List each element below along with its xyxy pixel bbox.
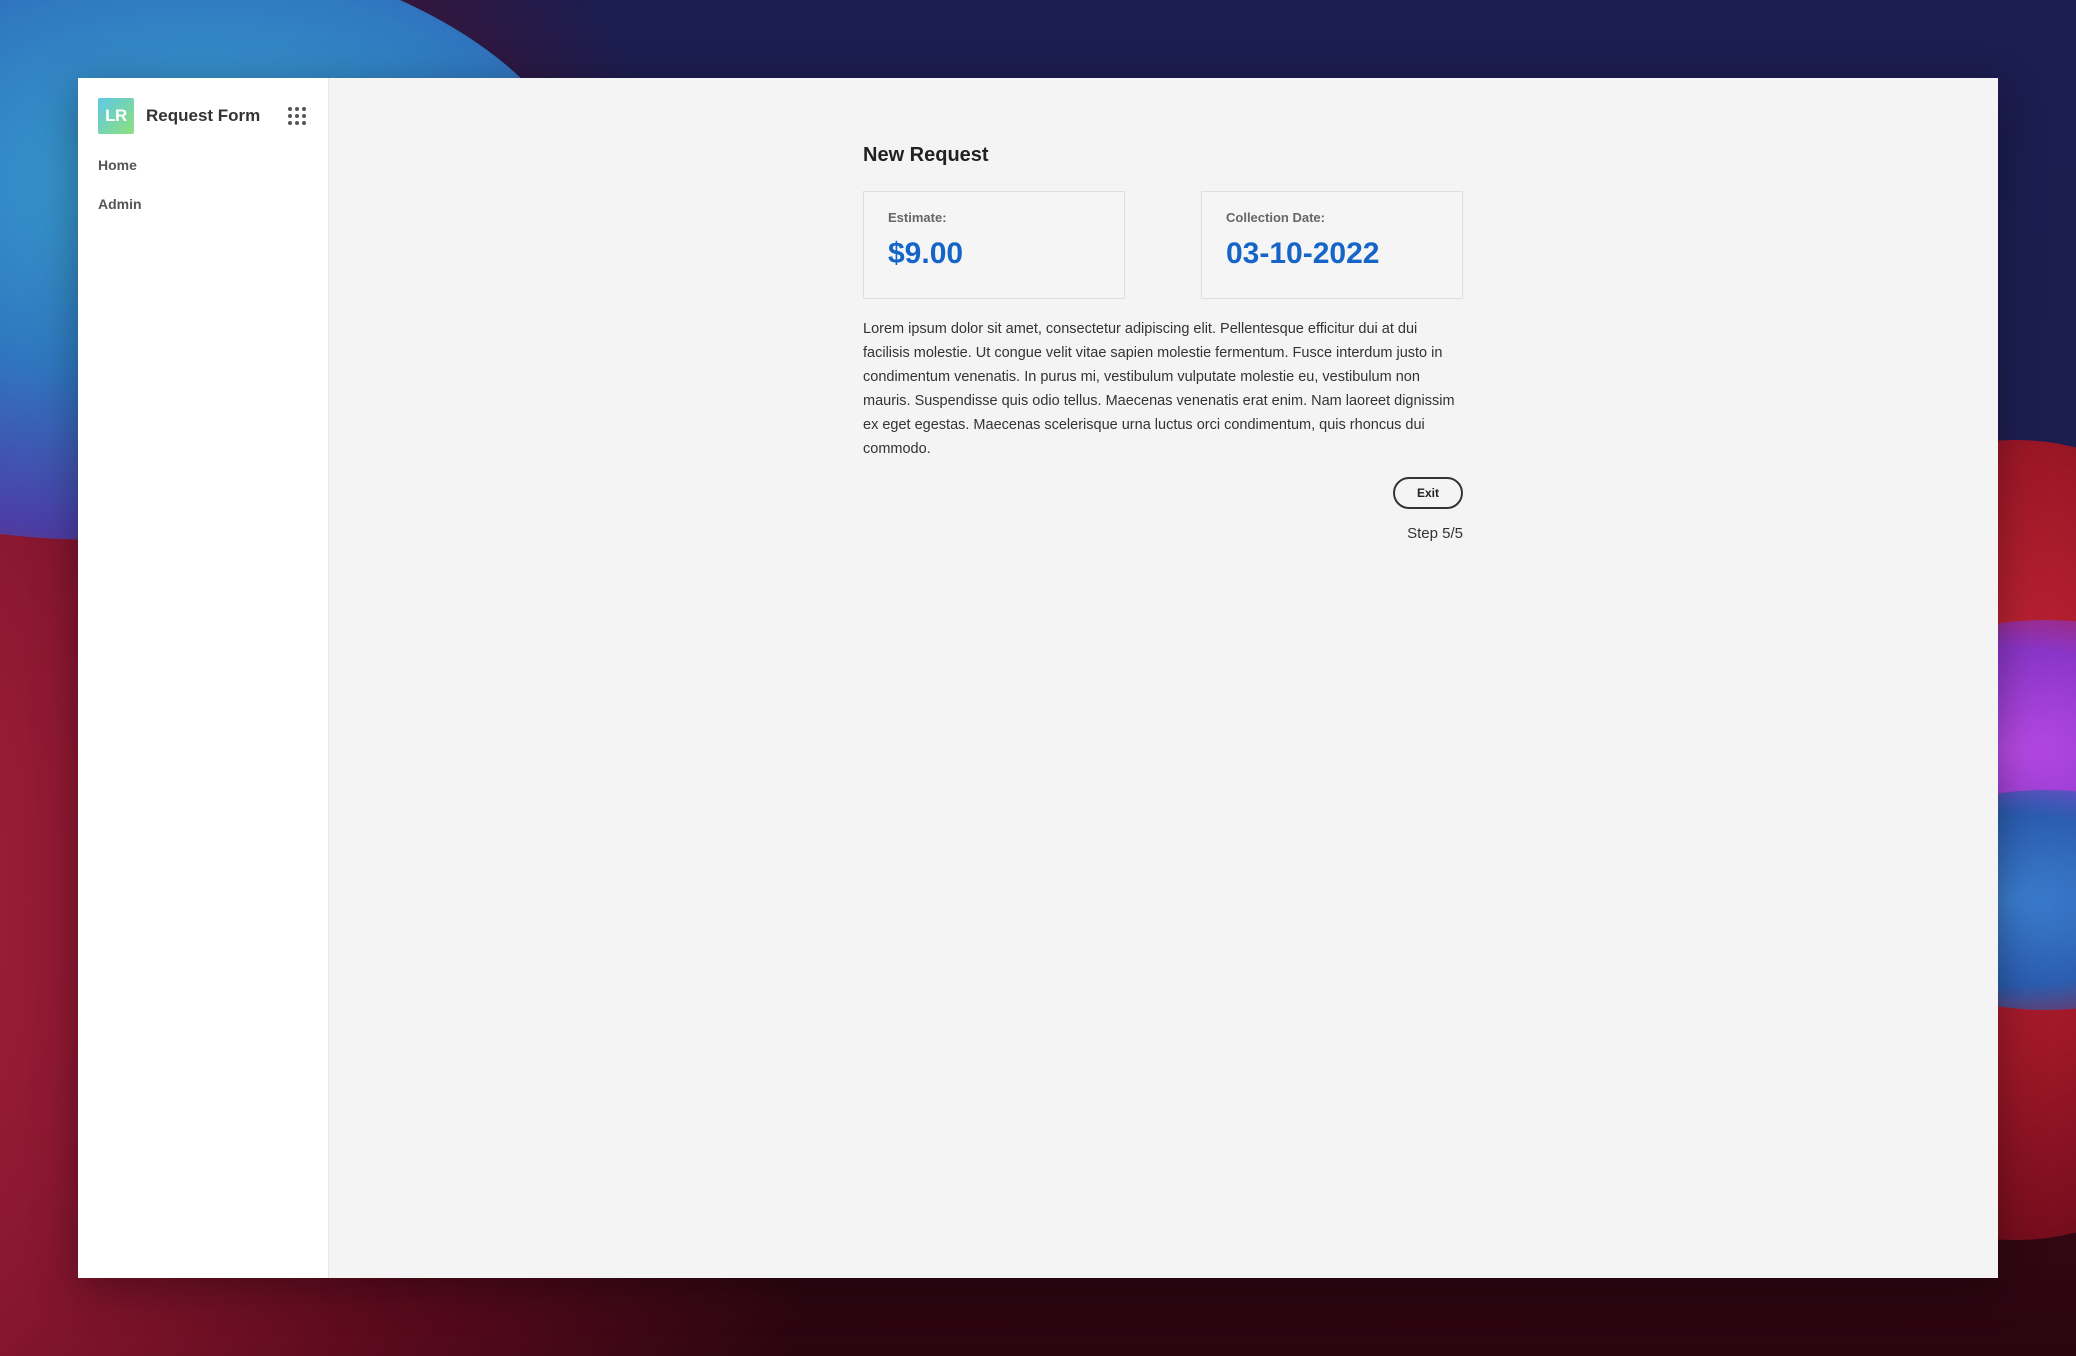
sidebar-item-admin[interactable]: Admin [98, 195, 308, 234]
step-indicator: Step 5/5 [1407, 525, 1463, 542]
grid-apps-icon[interactable] [288, 107, 306, 125]
sidebar-header: LR Request Form [98, 98, 308, 134]
description-text: Lorem ipsum dolor sit amet, consectetur … [863, 321, 1455, 457]
form-actions: Exit [863, 477, 1463, 509]
app-title: Request Form [146, 106, 261, 125]
request-summary: New Request Estimate: $9.00 Collection D… [863, 144, 1463, 542]
sidebar-item-home[interactable]: Home [98, 156, 308, 195]
exit-button[interactable]: Exit [1392, 477, 1463, 509]
collection-date-label: Collection Date: [1226, 210, 1325, 225]
page-title: New Request [863, 144, 989, 166]
estimate-card: Estimate: $9.00 [863, 191, 1125, 299]
app-logo: LR [98, 98, 134, 134]
app-window: LR Request Form Home Admin New Request E… [78, 78, 1998, 1278]
summary-cards: Estimate: $9.00 Collection Date: 03-10-2… [863, 191, 1463, 299]
estimate-label: Estimate: [888, 210, 947, 225]
collection-date-value: 03-10-2022 [1226, 237, 1380, 270]
sidebar: LR Request Form Home Admin [78, 78, 329, 1278]
sidebar-nav: Home Admin [98, 156, 308, 234]
main-content: New Request Estimate: $9.00 Collection D… [329, 78, 1998, 1278]
estimate-value: $9.00 [888, 237, 964, 270]
collection-date-card: Collection Date: 03-10-2022 [1201, 191, 1463, 299]
